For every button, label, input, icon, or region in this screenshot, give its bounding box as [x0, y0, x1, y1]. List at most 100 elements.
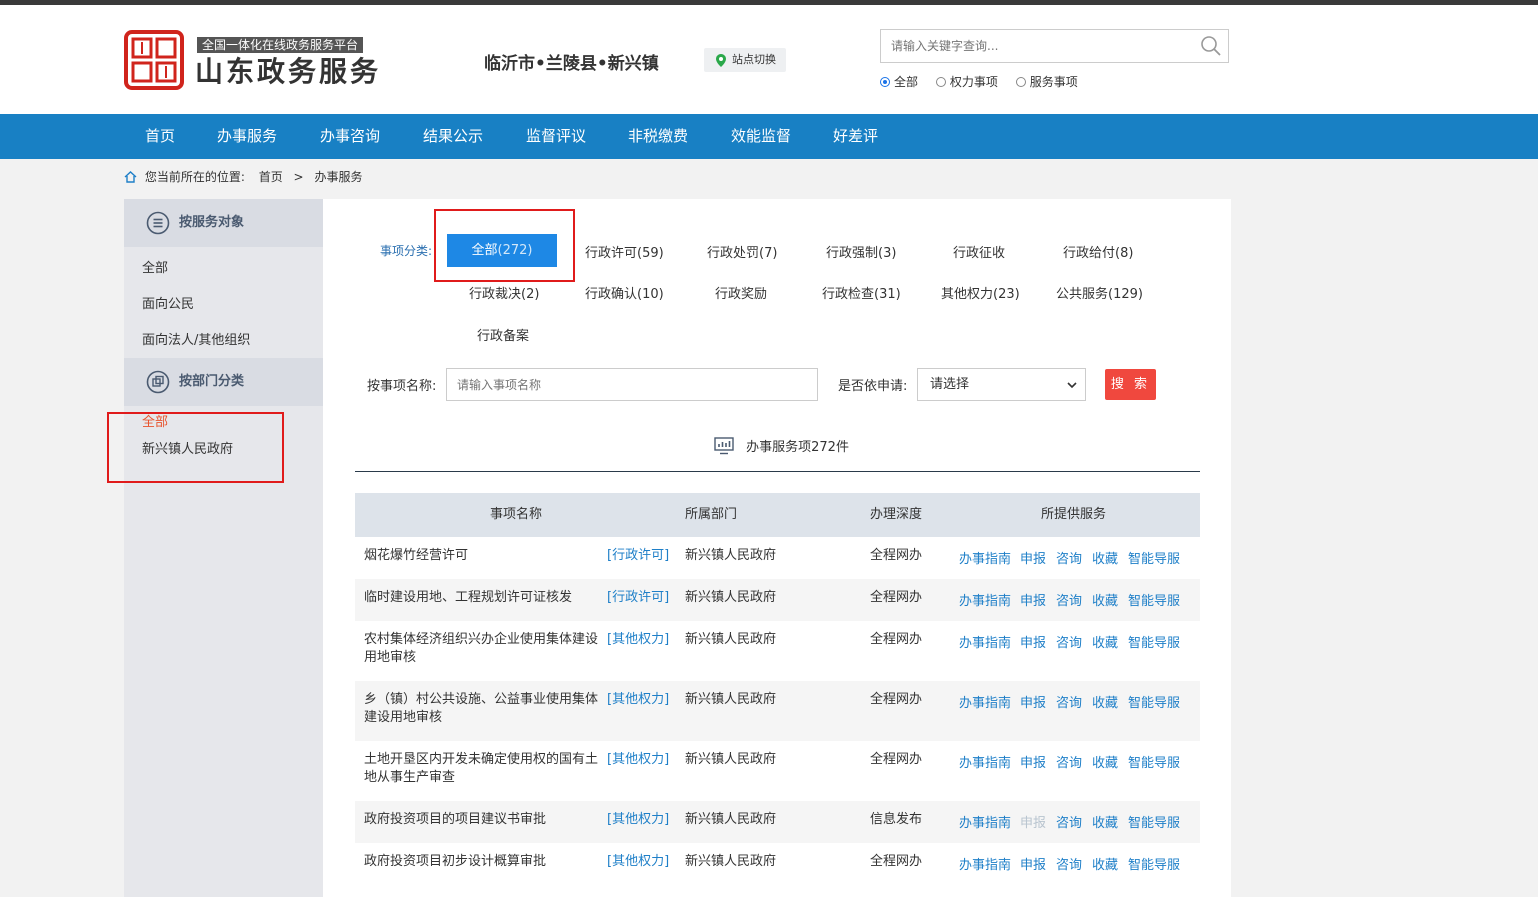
- category-admin-license[interactable]: 行政许可(59): [585, 242, 664, 261]
- smart-guide-link[interactable]: 智能导服: [1128, 632, 1180, 651]
- sidebar-item-all-target[interactable]: 全部: [142, 257, 168, 276]
- category-admin-inspection[interactable]: 行政检查(31): [822, 283, 901, 302]
- category-admin-penalty[interactable]: 行政处罚(7): [707, 242, 777, 261]
- breadcrumb-current[interactable]: 办事服务: [314, 170, 362, 184]
- table-row: 烟花爆竹经营许可 [行政许可] 新兴镇人民政府 全程网办 办事指南 申报 咨询 收藏 智能导服: [355, 537, 1200, 579]
- nav-home[interactable]: 首页: [145, 114, 175, 159]
- platform-subtitle: 全国一体化在线政务服务平台: [197, 37, 364, 53]
- breadcrumb-home[interactable]: 首页: [259, 170, 283, 184]
- category-admin-filing[interactable]: 行政备案: [477, 325, 529, 344]
- switch-site-button[interactable]: 站点切换: [704, 48, 786, 72]
- apply-link[interactable]: 申报: [1020, 548, 1046, 567]
- category-admin-levy[interactable]: 行政征收: [953, 242, 1005, 261]
- item-name[interactable]: 乡（镇）村公共设施、公益事业使用集体建设用地审核: [364, 691, 604, 727]
- sidebar: 按服务对象 全部 面向公民 面向法人/其他组织 按部门分类 全部 新兴镇人民政府: [124, 199, 323, 897]
- consult-link[interactable]: 咨询: [1056, 854, 1082, 873]
- item-type-tag[interactable]: [行政许可]: [607, 547, 669, 565]
- item-name[interactable]: 政府投资项目的项目建议书审批: [364, 811, 604, 829]
- item-name[interactable]: 农村集体经济组织兴办企业使用集体建设用地审核: [364, 631, 604, 667]
- item-depth: 全程网办: [870, 590, 923, 605]
- item-type-tag[interactable]: [其他权力]: [607, 853, 669, 871]
- chart-monitor-icon: [714, 437, 734, 455]
- item-name[interactable]: 政府投资项目初步设计概算审批: [364, 853, 604, 871]
- guide-link[interactable]: 办事指南: [959, 752, 1011, 771]
- guide-link[interactable]: 办事指南: [959, 548, 1011, 567]
- guide-link[interactable]: 办事指南: [959, 632, 1011, 651]
- item-name[interactable]: 烟花爆竹经营许可: [364, 547, 604, 565]
- name-filter-input[interactable]: [446, 368, 818, 401]
- nav-efficiency[interactable]: 效能监督: [731, 114, 791, 159]
- nav-services[interactable]: 办事服务: [217, 114, 277, 159]
- global-search-input[interactable]: [881, 30, 1201, 62]
- breadcrumb-prefix: 您当前所在的位置:: [144, 170, 245, 184]
- apply-link[interactable]: 申报: [1020, 854, 1046, 873]
- favorite-link[interactable]: 收藏: [1092, 632, 1118, 651]
- scope-all-radio[interactable]: 全部: [880, 73, 918, 90]
- smart-guide-link[interactable]: 智能导服: [1128, 812, 1180, 831]
- smart-guide-link[interactable]: 智能导服: [1128, 590, 1180, 609]
- category-admin-enforcement[interactable]: 行政强制(3): [826, 242, 896, 261]
- search-icon[interactable]: [1200, 35, 1222, 57]
- item-name[interactable]: 土地开垦区内开发未确定使用权的国有土地从事生产审查: [364, 751, 604, 787]
- category-other-power[interactable]: 其他权力(23): [941, 283, 1020, 302]
- search-scope-group: 全部 权力事项 服务事项: [880, 73, 1092, 90]
- apply-link[interactable]: 申报: [1020, 692, 1046, 711]
- apply-filter-select[interactable]: 请选择: [917, 368, 1086, 401]
- nav-nontax[interactable]: 非税缴费: [628, 114, 688, 159]
- item-dept: 新兴镇人民政府: [685, 812, 777, 827]
- item-type-tag[interactable]: [其他权力]: [607, 691, 669, 709]
- item-type-tag[interactable]: [其他权力]: [607, 751, 669, 769]
- category-admin-ruling[interactable]: 行政裁决(2): [469, 283, 539, 302]
- consult-link[interactable]: 咨询: [1056, 632, 1082, 651]
- sidebar-item-citizen[interactable]: 面向公民: [142, 293, 194, 312]
- consult-link[interactable]: 咨询: [1056, 692, 1082, 711]
- category-public-service[interactable]: 公共服务(129): [1056, 283, 1143, 302]
- nav-rating[interactable]: 好差评: [833, 114, 878, 159]
- apply-filter-label: 是否依申请:: [838, 379, 908, 394]
- apply-link[interactable]: 申报: [1020, 590, 1046, 609]
- guide-link[interactable]: 办事指南: [959, 854, 1011, 873]
- search-button[interactable]: 搜 索: [1105, 369, 1156, 400]
- favorite-link[interactable]: 收藏: [1092, 752, 1118, 771]
- item-dept: 新兴镇人民政府: [685, 590, 777, 605]
- nav-supervision[interactable]: 监督评议: [526, 114, 586, 159]
- favorite-link[interactable]: 收藏: [1092, 548, 1118, 567]
- consult-link[interactable]: 咨询: [1056, 548, 1082, 567]
- smart-guide-link[interactable]: 智能导服: [1128, 692, 1180, 711]
- item-type-tag[interactable]: [其他权力]: [607, 631, 669, 649]
- consult-link[interactable]: 咨询: [1056, 812, 1082, 831]
- name-filter-label: 按事项名称:: [367, 379, 437, 394]
- category-admin-confirm[interactable]: 行政确认(10): [585, 283, 664, 302]
- consult-link[interactable]: 咨询: [1056, 752, 1082, 771]
- favorite-link[interactable]: 收藏: [1092, 590, 1118, 609]
- smart-guide-link[interactable]: 智能导服: [1128, 854, 1180, 873]
- scope-service-radio[interactable]: 服务事项: [1015, 73, 1078, 90]
- favorite-link[interactable]: 收藏: [1092, 812, 1118, 831]
- table-row: 政府投资项目初步设计概算审批 [其他权力] 新兴镇人民政府 全程网办 办事指南 申报 咨询收…: [355, 843, 1200, 885]
- table-row: 农村集体经济组织兴办企业使用集体建设用地审核 [其他权力] 新兴镇人民政府 全程网办 办…: [355, 621, 1200, 681]
- favorite-link[interactable]: 收藏: [1092, 854, 1118, 873]
- item-name[interactable]: 临时建设用地、工程规划许可证核发: [364, 589, 604, 607]
- item-depth: 全程网办: [870, 692, 923, 707]
- favorite-link[interactable]: 收藏: [1092, 692, 1118, 711]
- smart-guide-link[interactable]: 智能导服: [1128, 752, 1180, 771]
- smart-guide-link[interactable]: 智能导服: [1128, 548, 1180, 567]
- apply-link[interactable]: 申报: [1020, 632, 1046, 651]
- guide-link[interactable]: 办事指南: [959, 812, 1011, 831]
- guide-link[interactable]: 办事指南: [959, 590, 1011, 609]
- result-count-text: 办事服务项272件: [746, 440, 849, 455]
- scope-power-radio[interactable]: 权力事项: [935, 73, 998, 90]
- nav-consult[interactable]: 办事咨询: [320, 114, 380, 159]
- apply-link[interactable]: 申报: [1020, 812, 1046, 831]
- item-depth: 全程网办: [870, 854, 923, 869]
- category-admin-payment[interactable]: 行政给付(8): [1063, 242, 1133, 261]
- item-type-tag[interactable]: [其他权力]: [607, 811, 669, 829]
- consult-link[interactable]: 咨询: [1056, 590, 1082, 609]
- apply-link[interactable]: 申报: [1020, 752, 1046, 771]
- category-admin-reward[interactable]: 行政奖励: [715, 283, 767, 302]
- nav-results[interactable]: 结果公示: [423, 114, 483, 159]
- guide-link[interactable]: 办事指南: [959, 692, 1011, 711]
- item-type-tag[interactable]: [行政许可]: [607, 589, 669, 607]
- sidebar-item-legal-entity[interactable]: 面向法人/其他组织: [142, 329, 250, 348]
- sidebar-head-target-label: 按服务对象: [179, 215, 245, 230]
